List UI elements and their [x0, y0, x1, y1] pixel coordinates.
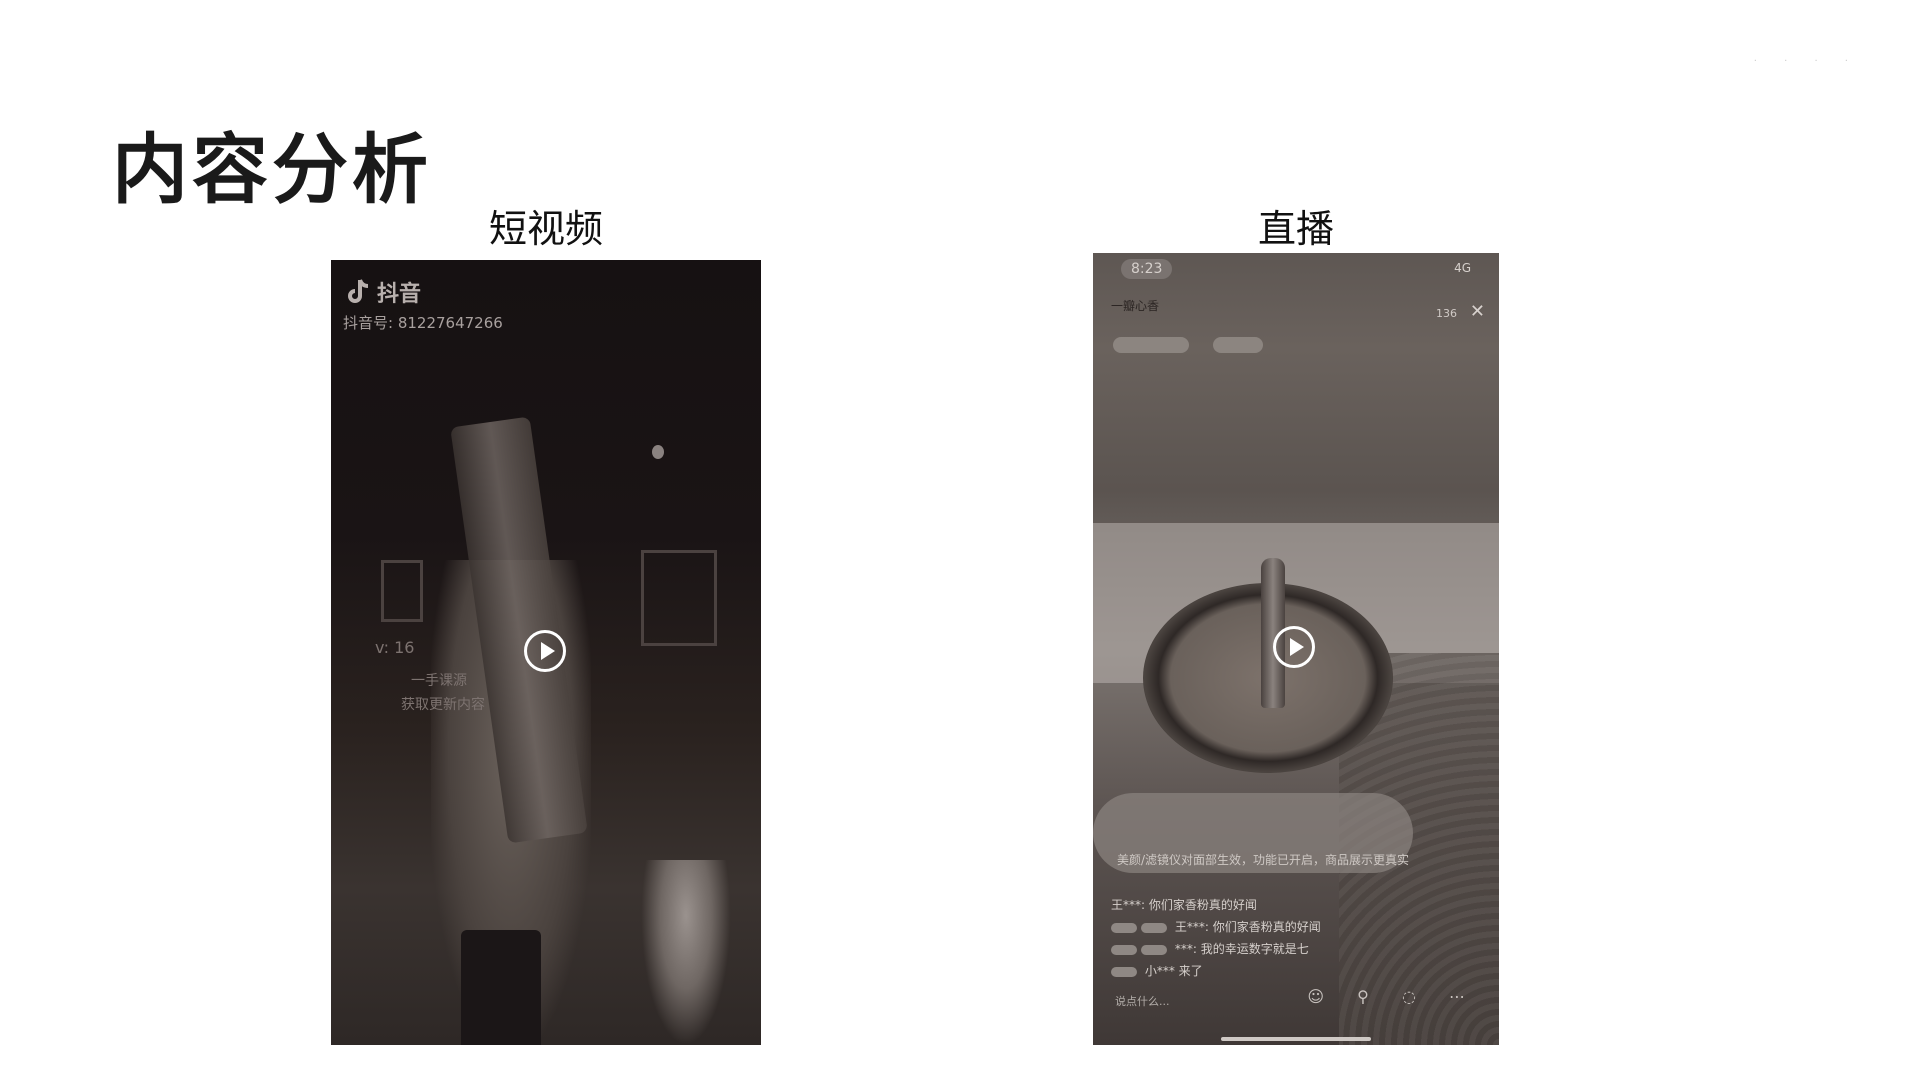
fan-badge: [1141, 944, 1167, 955]
level-badge: [1111, 922, 1137, 933]
live-tag[interactable]: [1113, 337, 1189, 353]
wall-frame: [381, 560, 423, 622]
comment-input[interactable]: 说点什么...: [1115, 993, 1170, 1009]
play-button-icon[interactable]: [1273, 626, 1315, 668]
chat-message: 王***: 你们家香粉真的好闻: [1111, 898, 1257, 912]
tea-cups: [641, 860, 731, 1045]
chat-user: 王***: [1174, 920, 1205, 934]
wall-painting: [641, 550, 717, 646]
chat-user: ***: [1174, 942, 1193, 956]
viewer-count: 136: [1436, 307, 1457, 320]
level-badge: [1111, 966, 1137, 977]
short-video-label: 短视频: [488, 207, 604, 251]
overlay-line: v: 16: [375, 638, 415, 657]
lamp-light: [652, 445, 664, 459]
chat-user: 王***: [1111, 898, 1142, 912]
app-name: 抖音: [377, 282, 422, 307]
chat-text: 来了: [1178, 964, 1203, 978]
decorative-dots: · · · ·: [1753, 56, 1860, 67]
chat-message: 王***: 你们家香粉真的好闻: [1111, 918, 1321, 935]
play-button-icon[interactable]: [524, 630, 566, 672]
live-stream-screenshot: 8:23 4G 一瓣心香 136 ✕ 美颜/滤镜仪对面部生效，功能已开启，商品展…: [1093, 253, 1499, 1045]
anchor-name[interactable]: 一瓣心香: [1111, 297, 1159, 314]
chat-message: 小*** 来了: [1111, 962, 1203, 979]
toolbar-icons[interactable]: ☺ ⚲ ◌ ⋯: [1307, 987, 1479, 1006]
chat-text: 你们家香粉真的好闻: [1212, 920, 1321, 934]
live-label: 直播: [1257, 207, 1335, 251]
beauty-filter-notice: 美颜/滤镜仪对面部生效，功能已开启，商品展示更真实: [1117, 853, 1410, 867]
close-icon[interactable]: ✕: [1470, 301, 1485, 322]
chat-text: 我的幸运数字就是七: [1200, 942, 1309, 956]
plant-pot: [461, 930, 541, 1045]
fan-badge: [1141, 922, 1167, 933]
live-tag[interactable]: [1213, 337, 1263, 353]
chat-user: 小***: [1144, 964, 1175, 978]
chat-text: 你们家香粉真的好闻: [1148, 898, 1257, 912]
status-network: 4G: [1454, 261, 1471, 275]
slide-title: 内容分析: [112, 125, 432, 214]
douyin-icon: [348, 279, 369, 303]
home-indicator: [1221, 1037, 1371, 1041]
chat-message: ***: 我的幸运数字就是七: [1111, 940, 1309, 957]
account-id: 抖音号: 81227647266: [343, 314, 503, 332]
douyin-logo: 抖音: [345, 276, 421, 308]
status-time: 8:23: [1121, 259, 1173, 279]
overlay-line: 获取更新内容: [401, 697, 485, 713]
level-badge: [1111, 944, 1137, 955]
overlay-line: 一手课源: [411, 673, 467, 689]
short-video-screenshot: 抖音 抖音号: 81227647266 v: 16 一手课源 获取更新内容: [331, 260, 761, 1045]
